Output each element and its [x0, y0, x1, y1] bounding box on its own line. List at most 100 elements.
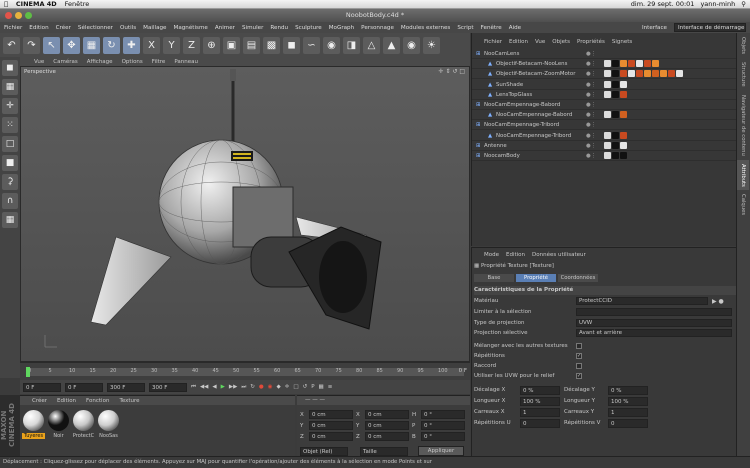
- seam-checkbox[interactable]: [576, 363, 582, 369]
- rotation-field[interactable]: 0 °: [421, 421, 465, 430]
- texture-tag-icon[interactable]: [612, 90, 619, 98]
- menu-item-10[interactable]: Sculpture: [295, 25, 322, 31]
- redo-icon[interactable]: ↷: [23, 36, 40, 54]
- object-tags[interactable]: [604, 60, 659, 68]
- render-settings-icon[interactable]: ▩: [263, 36, 280, 54]
- viewport-menu-4[interactable]: Filtre: [152, 59, 166, 65]
- texture-tag-icon[interactable]: [612, 70, 619, 78]
- scale-icon[interactable]: ▦: [83, 36, 100, 54]
- object-tags[interactable]: [604, 70, 683, 78]
- limit-field[interactable]: [576, 308, 732, 316]
- undo-icon[interactable]: ↶: [3, 36, 20, 54]
- texture-tag-icon[interactable]: [604, 60, 611, 68]
- z-axis-icon[interactable]: Z: [183, 36, 200, 54]
- keyframe-icon[interactable]: ◆: [277, 384, 281, 390]
- texture-tag-icon[interactable]: [604, 111, 611, 119]
- end-frame-field[interactable]: 300 F: [107, 382, 145, 392]
- texture-tag-icon[interactable]: [604, 70, 611, 78]
- coord-size-select[interactable]: Taille: [360, 447, 408, 456]
- menu-item-8[interactable]: Simuler: [242, 25, 263, 31]
- material-swatch[interactable]: Tuyeres: [22, 410, 45, 446]
- start-frame-field[interactable]: 0 F: [23, 382, 61, 392]
- texture-tag-icon[interactable]: [612, 80, 619, 88]
- menu-item-5[interactable]: Maillage: [143, 25, 166, 31]
- timeline-ruler[interactable]: 0510152025303540455055606570758085909510…: [26, 368, 464, 376]
- rotation-field[interactable]: 0 °: [421, 410, 465, 419]
- autokey-icon[interactable]: ◉: [268, 384, 273, 390]
- visibility-icon[interactable]: ●⋮: [586, 90, 596, 100]
- object-menu-5[interactable]: Signets: [612, 39, 632, 45]
- deformer-icon[interactable]: △: [363, 36, 380, 54]
- menu-item-4[interactable]: Outils: [120, 25, 136, 31]
- x-axis-icon[interactable]: X: [143, 36, 160, 54]
- playhead[interactable]: [26, 367, 30, 377]
- dock-tab-2[interactable]: Navigateur de contenu: [737, 91, 749, 160]
- rotate-key-icon[interactable]: ↺: [303, 384, 308, 390]
- window-menu[interactable]: Fenêtre: [65, 0, 90, 8]
- dock-tab-0[interactable]: Objets: [737, 33, 749, 58]
- texture-tag-icon[interactable]: [668, 70, 675, 78]
- menu-item-16[interactable]: Aide: [509, 25, 521, 31]
- object-tags[interactable]: [604, 90, 627, 98]
- apply-button[interactable]: Appliquer: [418, 446, 464, 456]
- go-start-icon[interactable]: ⏮: [191, 384, 196, 391]
- texture-tag-icon[interactable]: [620, 141, 627, 149]
- param-field-2[interactable]: 0: [608, 419, 648, 428]
- texture-tag-icon[interactable]: [604, 90, 611, 98]
- record-icon[interactable]: ●: [259, 384, 264, 390]
- projection-select[interactable]: UVW: [576, 319, 732, 327]
- menu-item-7[interactable]: Animer: [215, 25, 235, 31]
- param-field[interactable]: 100 %: [520, 397, 560, 406]
- texture-tag-icon[interactable]: [612, 152, 619, 159]
- mix-checkbox[interactable]: [576, 343, 582, 349]
- axis-mode-icon[interactable]: ✛: [2, 98, 18, 114]
- object-menu-3[interactable]: Objets: [552, 39, 570, 45]
- menu-item-11[interactable]: MoGraph: [329, 25, 354, 31]
- material-menu-1[interactable]: Edition: [57, 398, 76, 404]
- object-menu-2[interactable]: Vue: [535, 39, 545, 45]
- viewport-menu-2[interactable]: Affichage: [87, 59, 113, 65]
- scheme-icon[interactable]: ≡: [328, 384, 333, 390]
- object-tags[interactable]: [604, 131, 627, 139]
- object-row[interactable]: ▲ NooCamEmpennage-Tribord ●⋮: [472, 131, 737, 141]
- material-menu-2[interactable]: Fonction: [86, 398, 109, 404]
- play-icon[interactable]: ▶: [221, 384, 225, 390]
- material-swatch[interactable]: NooSas: [97, 410, 120, 446]
- attribute-menu-0[interactable]: Mode: [484, 252, 499, 258]
- param-field[interactable]: 0 %: [520, 386, 560, 395]
- timeline[interactable]: 0510152025303540455055606570758085909510…: [20, 362, 470, 380]
- clock[interactable]: dim. 29 sept. 00:01: [631, 0, 695, 8]
- menu-item-3[interactable]: Sélectionner: [78, 25, 113, 31]
- camera-icon[interactable]: ◉: [403, 36, 420, 54]
- grid-icon[interactable]: ▦: [2, 212, 18, 228]
- material-swatch[interactable]: ProtectC: [72, 410, 95, 446]
- size-field[interactable]: 0 cm: [365, 410, 409, 419]
- rotate-icon[interactable]: ↻: [103, 36, 120, 54]
- texture-tag-icon[interactable]: [620, 80, 627, 88]
- viewport-perspective[interactable]: Perspective ✛ ⇕ ↺ □: [20, 66, 470, 362]
- texture-tag-icon[interactable]: [676, 70, 683, 78]
- preview-end-field[interactable]: 300 F: [149, 382, 187, 392]
- visibility-icon[interactable]: ●⋮: [586, 131, 596, 141]
- size-field[interactable]: 0 cm: [365, 421, 409, 430]
- next-frame-icon[interactable]: ▶▶: [229, 384, 237, 390]
- texture-tag-icon[interactable]: [604, 141, 611, 149]
- snap-icon[interactable]: ⚳: [2, 174, 18, 190]
- texture-tag-icon[interactable]: [620, 60, 627, 68]
- texture-tag-icon[interactable]: [644, 60, 651, 68]
- visibility-icon[interactable]: ●⋮: [586, 110, 596, 120]
- position-field[interactable]: 0 cm: [309, 421, 353, 430]
- apple-icon[interactable]: : [4, 0, 8, 8]
- object-row[interactable]: ▲ Objectif-Betacam-ZoomMotor ●⋮: [472, 69, 737, 80]
- edges-mode-icon[interactable]: □: [2, 136, 18, 152]
- size-field[interactable]: 0 cm: [365, 432, 409, 441]
- render-icon[interactable]: ▤: [243, 36, 260, 54]
- viewport-menu-3[interactable]: Options: [122, 59, 143, 65]
- rotation-field[interactable]: 0 °: [421, 432, 465, 441]
- polygons-mode-icon[interactable]: ■: [2, 155, 18, 171]
- viewport-menu-0[interactable]: Vue: [34, 59, 44, 65]
- texture-tag-icon[interactable]: [620, 131, 627, 139]
- object-row[interactable]: ▲ Objectif-Betacam-NooLens ●⋮: [472, 59, 737, 70]
- menu-item-15[interactable]: Fenêtre: [481, 25, 502, 31]
- spotlight-icon[interactable]: ⚲: [741, 0, 746, 8]
